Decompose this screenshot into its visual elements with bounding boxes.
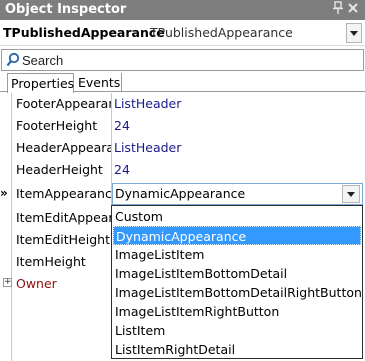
dropdown-option[interactable]: ImageListItemBottomDetail: [113, 264, 361, 283]
property-row[interactable]: HeaderHeight 24: [0, 159, 365, 181]
window-title: Object Inspector: [5, 2, 127, 17]
property-name: FooterHeight: [16, 118, 98, 133]
object-type: TPublishedAppearance: [150, 25, 293, 40]
property-value[interactable]: 24: [114, 118, 130, 133]
property-name: ItemHeight: [16, 254, 86, 269]
close-icon[interactable]: [346, 1, 360, 17]
property-name: ItemEditHeight: [16, 232, 110, 247]
tab-properties[interactable]: Properties: [7, 73, 74, 93]
expand-icon[interactable]: +: [3, 278, 12, 287]
property-name: Owner: [16, 276, 57, 291]
chevron-down-icon: [347, 192, 355, 197]
property-name: ItemAppearance: [16, 186, 111, 201]
editor-dropdown-button[interactable]: [342, 185, 360, 203]
search-input[interactable]: [22, 51, 352, 69]
property-row[interactable]: FooterHeight 24: [0, 115, 365, 137]
property-value[interactable]: ListHeader: [114, 140, 181, 155]
property-row[interactable]: FooterAppearance ListHeader: [0, 93, 365, 115]
dropdown-option[interactable]: ImageListItemRightButton: [113, 302, 361, 321]
editor-value[interactable]: DynamicAppearance: [115, 186, 245, 201]
dropdown-option[interactable]: ImageListItemBottomDetailRightButton: [113, 283, 362, 302]
dropdown-option[interactable]: ListItemRightDetail: [113, 340, 361, 359]
dropdown-option[interactable]: Custom: [113, 207, 361, 226]
tab-events[interactable]: Events: [75, 73, 122, 92]
chevron-down-icon: [350, 31, 358, 36]
property-value[interactable]: ListHeader: [114, 96, 181, 111]
search-box[interactable]: [1, 49, 364, 71]
property-name: FooterAppearance: [16, 96, 111, 111]
object-selector[interactable]: TPublishedAppearance TPublishedAppearanc…: [0, 20, 365, 46]
current-row-marker: »: [0, 186, 8, 200]
dropdown-option[interactable]: ImageListItem: [113, 245, 361, 264]
search-icon: [6, 52, 20, 68]
property-name: HeaderAppearance: [16, 140, 111, 155]
property-row[interactable]: HeaderAppearance ListHeader: [0, 137, 365, 159]
pin-icon[interactable]: [331, 1, 345, 17]
appearance-dropdown-list[interactable]: Custom DynamicAppearance ImageListItem I…: [111, 205, 363, 359]
object-selector-dropdown-button[interactable]: [346, 23, 362, 43]
property-name: ItemEditAppearance: [16, 210, 111, 225]
dropdown-option[interactable]: ListItem: [113, 321, 361, 340]
property-value[interactable]: 24: [114, 162, 130, 177]
property-name: HeaderHeight: [16, 162, 103, 177]
object-name: TPublishedAppearance: [3, 25, 165, 40]
tab-strip: Properties Events: [0, 73, 365, 93]
title-bar: Object Inspector: [0, 0, 365, 20]
item-appearance-editor[interactable]: DynamicAppearance: [112, 183, 363, 205]
dropdown-option-selected[interactable]: DynamicAppearance: [113, 226, 361, 245]
